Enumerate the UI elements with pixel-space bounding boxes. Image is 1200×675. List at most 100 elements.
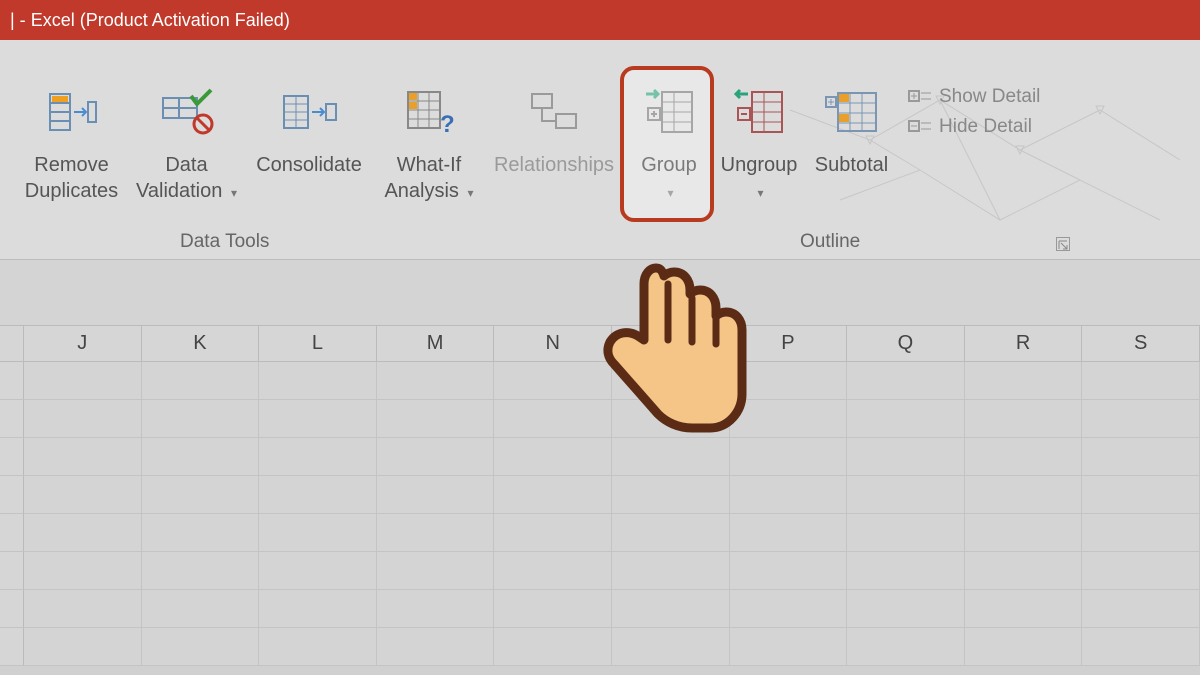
cell[interactable] [730,552,848,590]
cell[interactable] [847,514,965,552]
what-if-analysis-button[interactable]: ? What-If Analysis [374,80,484,206]
cell[interactable] [259,476,377,514]
cell[interactable] [847,438,965,476]
cell[interactable] [494,514,612,552]
column-header[interactable]: L [259,326,377,362]
column-header[interactable]: O [612,326,730,362]
cell[interactable] [142,590,260,628]
column-header[interactable]: Q [847,326,965,362]
cell[interactable] [259,552,377,590]
cell[interactable] [24,476,142,514]
outline-dialog-launcher[interactable] [1056,237,1070,251]
spreadsheet[interactable]: J K L M N O P Q R S [0,260,1200,675]
cell[interactable] [1082,590,1200,628]
cell[interactable] [612,476,730,514]
cell[interactable] [1082,514,1200,552]
cell[interactable] [377,514,495,552]
ungroup-button[interactable]: Ungroup [714,80,804,206]
cell[interactable] [494,438,612,476]
cell[interactable] [24,628,142,666]
column-header[interactable]: M [377,326,495,362]
data-validation-button[interactable]: Data Validation [129,80,244,206]
cell[interactable] [142,514,260,552]
cell[interactable] [612,514,730,552]
cell[interactable] [24,400,142,438]
cell[interactable] [1082,552,1200,590]
cell[interactable] [612,438,730,476]
cell[interactable] [494,628,612,666]
cell[interactable] [142,552,260,590]
cell[interactable] [24,362,142,400]
cell[interactable] [1082,628,1200,666]
cell[interactable] [847,628,965,666]
cell[interactable] [612,362,730,400]
cell[interactable] [965,552,1083,590]
cell[interactable] [965,362,1083,400]
cell[interactable] [612,552,730,590]
remove-duplicates-button[interactable]: Remove Duplicates [14,80,129,206]
cell[interactable] [730,514,848,552]
cell[interactable] [259,514,377,552]
show-detail-button[interactable]: Show Detail [907,86,1040,108]
cell[interactable] [24,514,142,552]
cell[interactable] [612,400,730,438]
cell[interactable] [847,552,965,590]
cell[interactable] [730,362,848,400]
column-header[interactable]: P [730,326,848,362]
cell[interactable] [965,476,1083,514]
cell[interactable] [377,628,495,666]
group-button[interactable]: Group [624,80,714,206]
cell[interactable] [1082,362,1200,400]
cell[interactable] [24,552,142,590]
cell[interactable] [377,552,495,590]
cell[interactable] [612,590,730,628]
cell[interactable] [377,476,495,514]
cell[interactable] [965,628,1083,666]
column-header[interactable]: S [1082,326,1200,362]
cell[interactable] [142,438,260,476]
cell[interactable] [730,438,848,476]
column-header[interactable]: N [494,326,612,362]
cell[interactable] [965,590,1083,628]
cell[interactable] [377,590,495,628]
cell[interactable] [259,590,377,628]
consolidate-button[interactable]: Consolidate [244,80,374,180]
cell[interactable] [259,362,377,400]
cell[interactable] [494,362,612,400]
cell[interactable] [612,628,730,666]
cell[interactable] [730,400,848,438]
cell[interactable] [494,400,612,438]
cell[interactable] [142,400,260,438]
column-header[interactable]: R [965,326,1083,362]
cell[interactable] [377,362,495,400]
cell[interactable] [259,400,377,438]
cell[interactable] [494,590,612,628]
cell[interactable] [1082,400,1200,438]
cell[interactable] [259,628,377,666]
relationships-button[interactable]: Relationships [484,80,624,180]
cell[interactable] [730,590,848,628]
cell[interactable] [1082,476,1200,514]
cell[interactable] [1082,438,1200,476]
cell[interactable] [259,438,377,476]
cell[interactable] [494,476,612,514]
cell[interactable] [142,476,260,514]
cell[interactable] [847,400,965,438]
cell[interactable] [24,590,142,628]
cell-grid[interactable] [0,362,1200,666]
cell[interactable] [142,362,260,400]
column-header[interactable]: J [24,326,142,362]
cell[interactable] [965,438,1083,476]
cell[interactable] [965,400,1083,438]
cell[interactable] [847,362,965,400]
cell[interactable] [847,590,965,628]
hide-detail-button[interactable]: Hide Detail [907,116,1040,138]
cell[interactable] [730,628,848,666]
cell[interactable] [847,476,965,514]
cell[interactable] [730,476,848,514]
cell[interactable] [142,628,260,666]
cell[interactable] [377,400,495,438]
cell[interactable] [24,438,142,476]
subtotal-button[interactable]: Subtotal [804,80,899,206]
cell[interactable] [377,438,495,476]
